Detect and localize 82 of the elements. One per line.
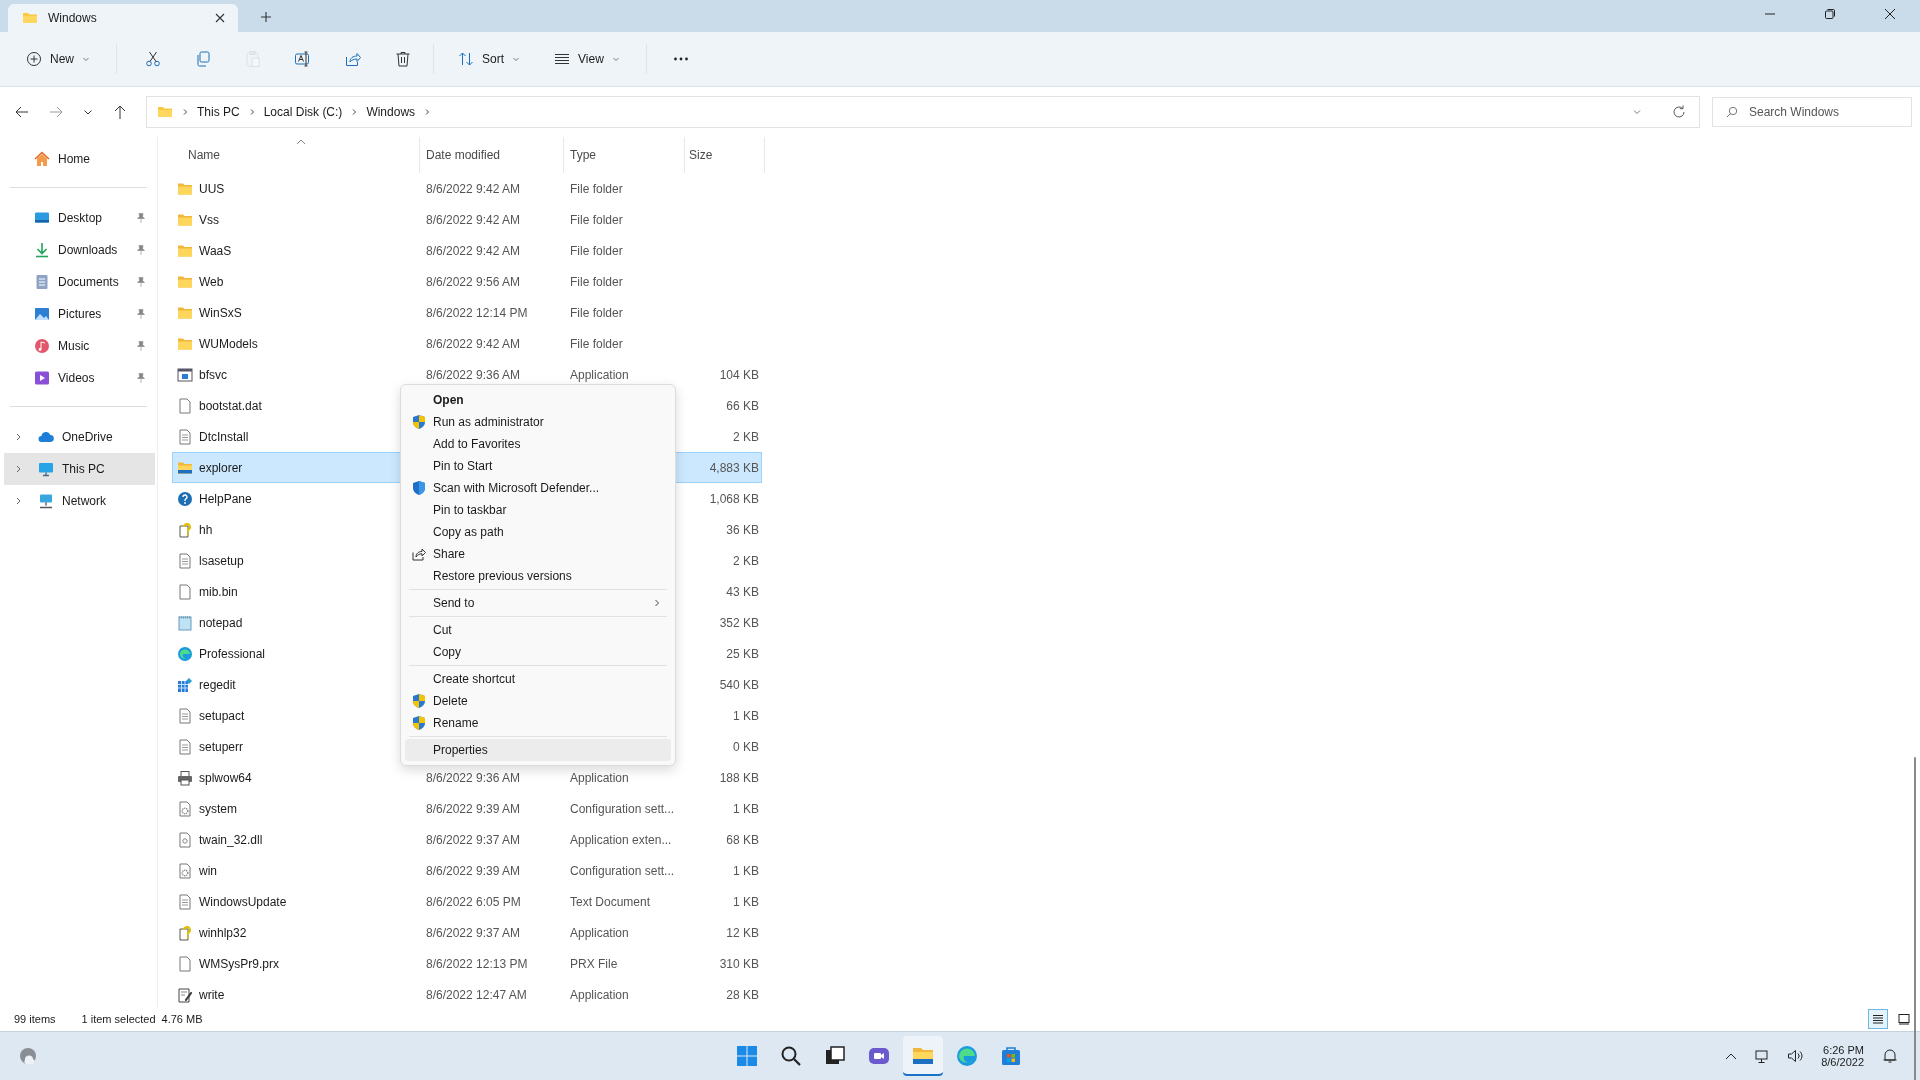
selection-size: 4.76 MB xyxy=(161,1013,203,1025)
file-name: setupact xyxy=(199,708,245,723)
file-type: Application exten... xyxy=(570,832,672,847)
item-count: 99 items xyxy=(14,1013,56,1025)
file-name: WinSxS xyxy=(199,305,242,320)
file-type: File folder xyxy=(570,274,623,289)
date-modified: 8/6/2022 9:39 AM xyxy=(426,863,521,878)
file-name: system xyxy=(199,801,237,816)
file-size: 352 KB xyxy=(719,615,759,630)
date-modified: 8/6/2022 6:05 PM xyxy=(426,894,521,909)
file-size: 1 KB xyxy=(733,863,759,878)
file-name: winhlp32 xyxy=(199,925,247,940)
file-type: Configuration sett... xyxy=(570,863,675,878)
file-name: Web xyxy=(199,274,224,289)
file-name: WUModels xyxy=(199,336,258,351)
file-name: bfsvc xyxy=(199,367,227,382)
file-type: PRX File xyxy=(570,956,618,971)
date-modified: 8/6/2022 9:36 AM xyxy=(426,770,521,785)
file-name: lsasetup xyxy=(199,553,244,568)
file-type: Application xyxy=(570,367,629,382)
file-size: 104 KB xyxy=(719,367,759,382)
file-size: 43 KB xyxy=(726,584,759,599)
file-size: 28 KB xyxy=(726,987,759,1002)
file-name: twain_32.dll xyxy=(199,832,263,847)
file-size: 1,068 KB xyxy=(709,491,759,506)
file-size: 66 KB xyxy=(726,398,759,413)
date-modified: 8/6/2022 9:42 AM xyxy=(426,212,521,227)
date-modified: 8/6/2022 9:37 AM xyxy=(426,925,521,940)
file-type: Configuration sett... xyxy=(570,801,675,816)
file-name: Vss xyxy=(199,212,219,227)
file-type: Application xyxy=(570,987,629,1002)
file-size: 2 KB xyxy=(733,429,759,444)
file-name: hh xyxy=(199,522,213,537)
file-size: 25 KB xyxy=(726,646,759,661)
file-type: File folder xyxy=(570,243,623,258)
file-name: regedit xyxy=(199,677,236,692)
file-size: 540 KB xyxy=(719,677,759,692)
date-modified: 8/6/2022 9:42 AM xyxy=(426,243,521,258)
file-name: notepad xyxy=(199,615,243,630)
date-modified: 8/6/2022 9:39 AM xyxy=(426,801,521,816)
window-title: Windows xyxy=(48,11,98,25)
date-modified: 8/6/2022 12:47 AM xyxy=(426,987,527,1002)
date-modified: 8/6/2022 9:36 AM xyxy=(426,367,521,382)
date-modified: 8/6/2022 12:13 PM xyxy=(426,956,528,971)
file-type: File folder xyxy=(570,336,623,351)
file-size: 68 KB xyxy=(726,832,759,847)
file-size: 12 KB xyxy=(726,925,759,940)
file-name: WaaS xyxy=(199,243,232,258)
file-name: write xyxy=(199,987,225,1002)
date-modified: 8/6/2022 9:42 AM xyxy=(426,181,521,196)
file-size: 36 KB xyxy=(726,522,759,537)
file-name: WMSysPr9.prx xyxy=(199,956,279,971)
file-type: Application xyxy=(570,925,629,940)
file-size: 1 KB xyxy=(733,894,759,909)
file-size: 310 KB xyxy=(719,956,759,971)
date-modified: 8/6/2022 9:42 AM xyxy=(426,336,521,351)
file-name: Professional xyxy=(199,646,266,661)
selection-info: 1 item selected xyxy=(81,1013,156,1025)
file-name: mib.bin xyxy=(199,584,238,599)
file-type: File folder xyxy=(570,305,623,320)
file-name: setuperr xyxy=(199,739,244,754)
file-name: explorer xyxy=(199,460,243,475)
file-type: Application xyxy=(570,770,629,785)
file-size: 188 KB xyxy=(719,770,759,785)
file-name: UUS xyxy=(199,181,225,196)
file-name: win xyxy=(199,863,217,878)
file-type: File folder xyxy=(570,181,623,196)
date-modified: 8/6/2022 9:56 AM xyxy=(426,274,521,289)
file-name: HelpPane xyxy=(199,491,252,506)
file-size: 4,883 KB xyxy=(709,460,759,475)
file-name: bootstat.dat xyxy=(199,398,262,413)
file-size: 1 KB xyxy=(733,801,759,816)
file-size: 1 KB xyxy=(733,708,759,723)
file-size: 0 KB xyxy=(733,739,759,754)
file-type: Text Document xyxy=(570,894,651,909)
file-size: 2 KB xyxy=(733,553,759,568)
file-name: splwow64 xyxy=(199,770,252,785)
file-type: File folder xyxy=(570,212,623,227)
date-modified: 8/6/2022 9:37 AM xyxy=(426,832,521,847)
date-modified: 8/6/2022 12:14 PM xyxy=(426,305,528,320)
file-name: DtcInstall xyxy=(199,429,249,444)
file-name: WindowsUpdate xyxy=(199,894,287,909)
